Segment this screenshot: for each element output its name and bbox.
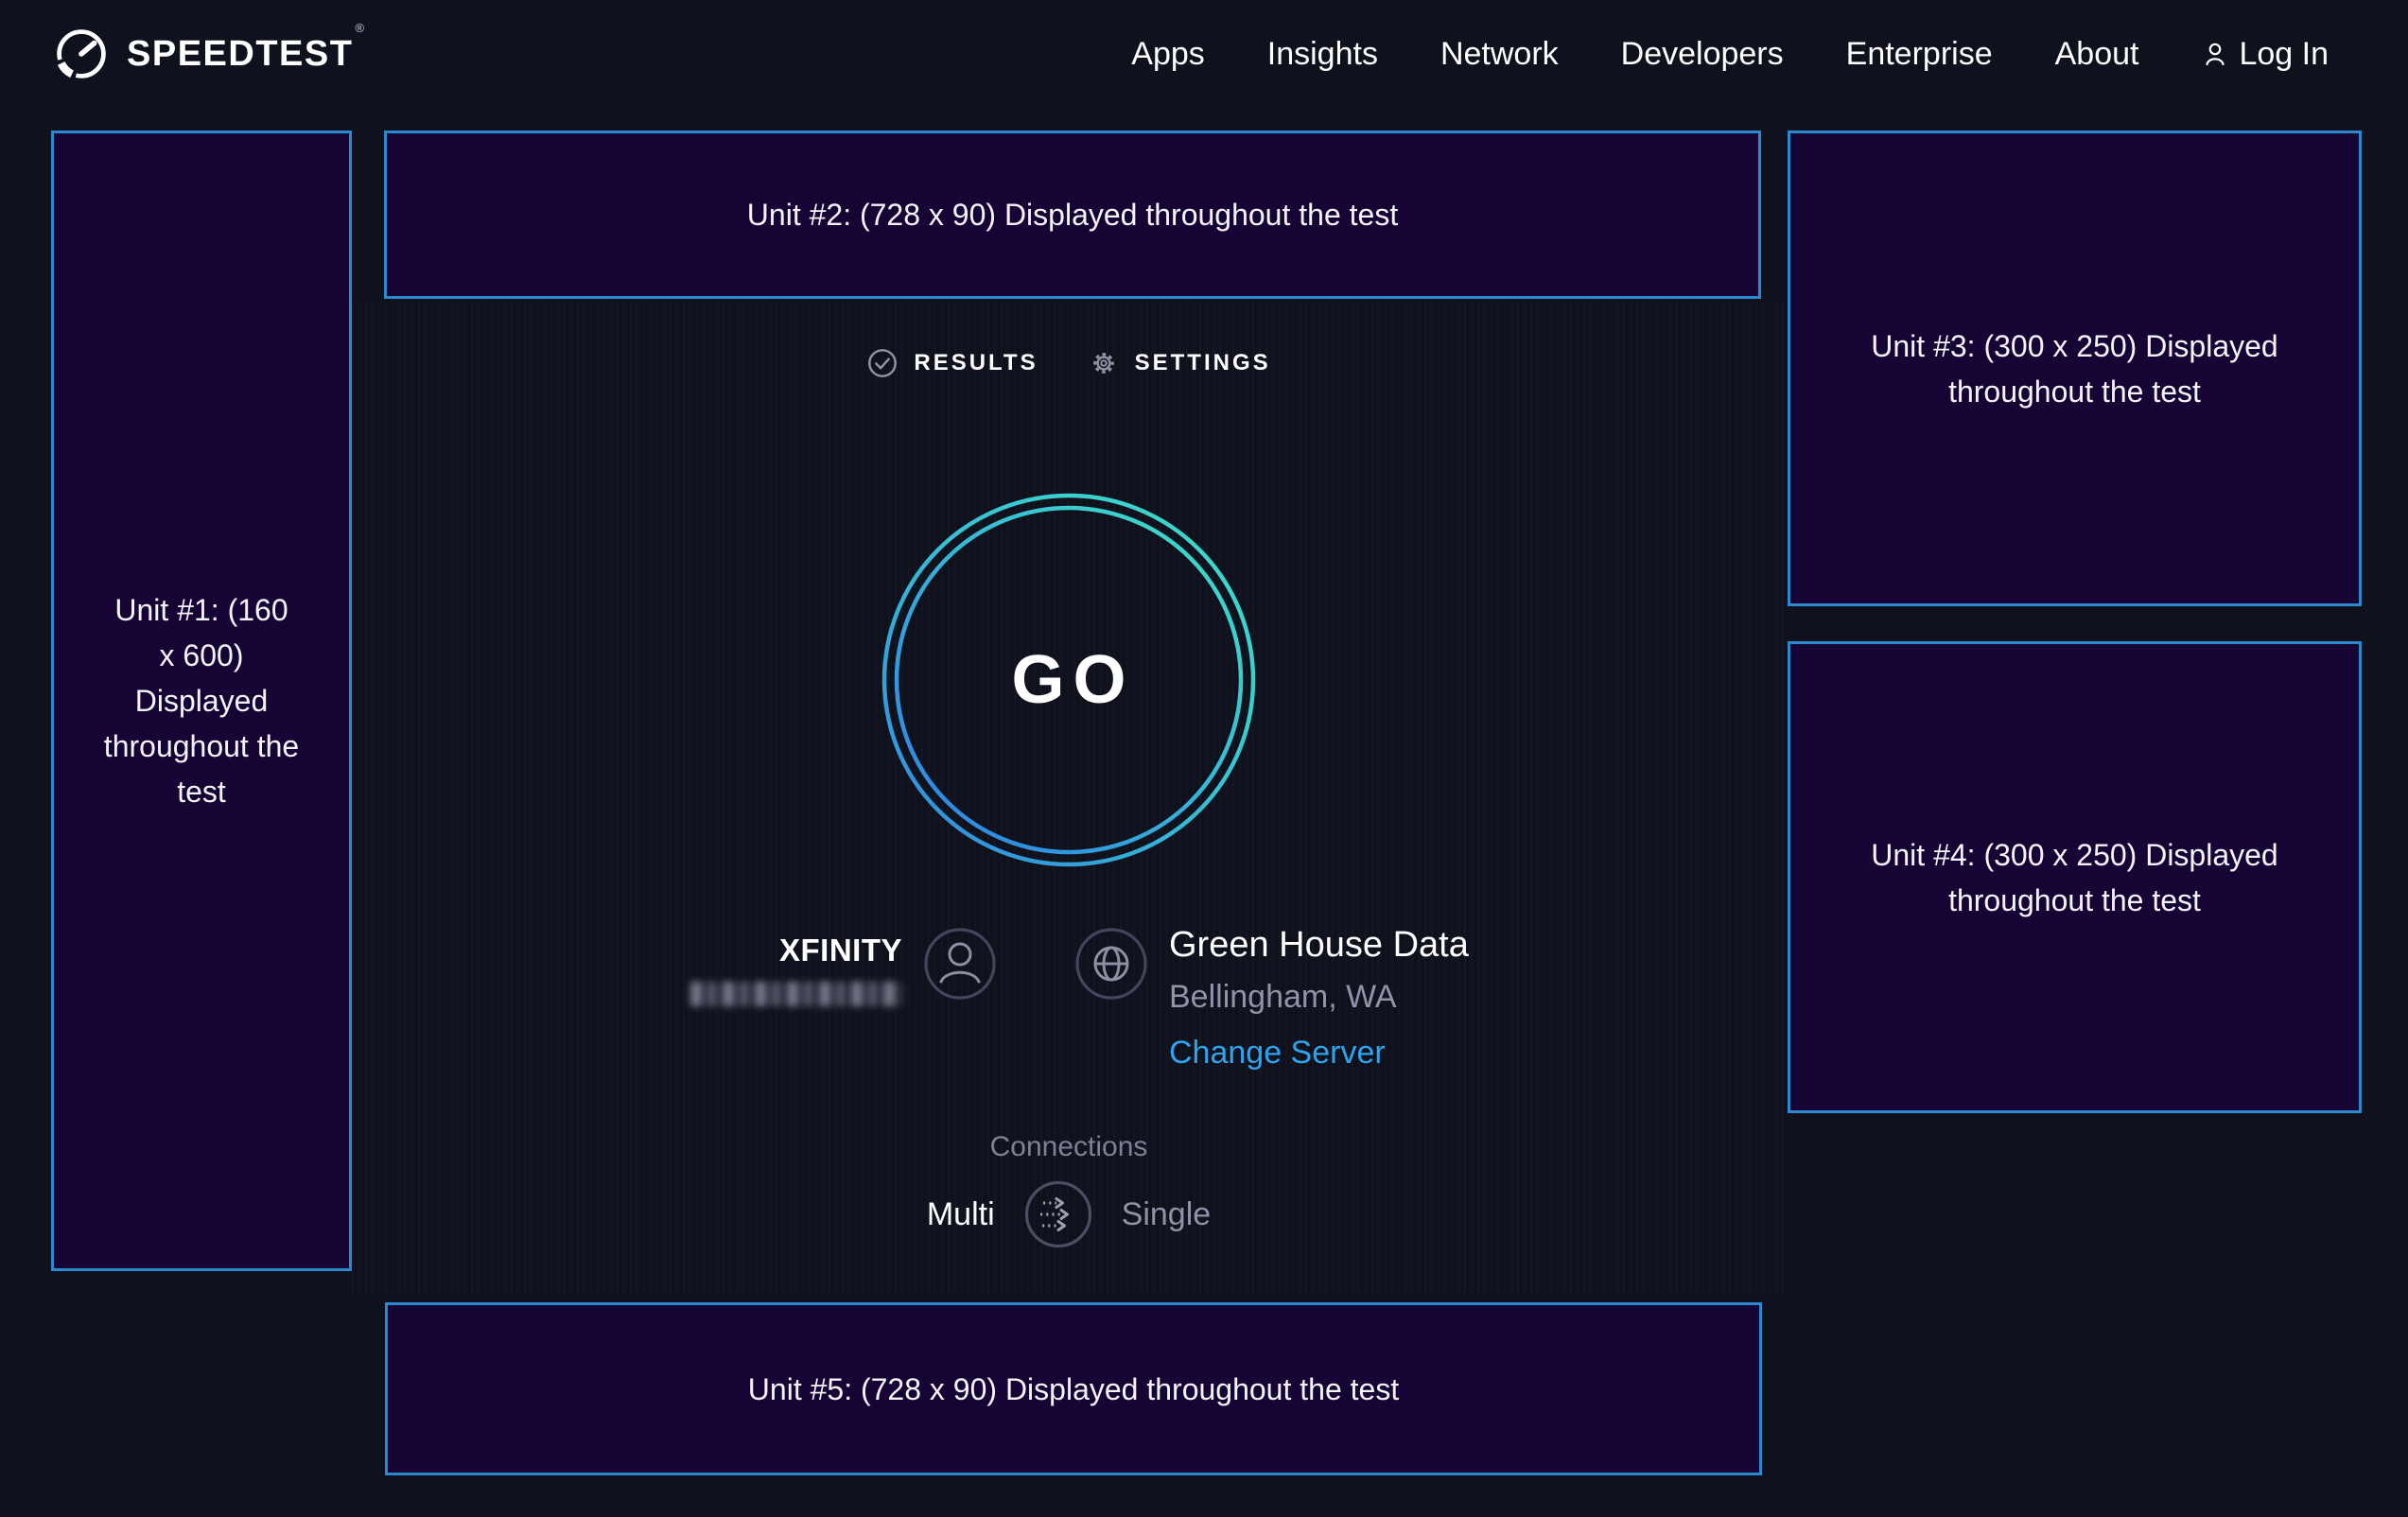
login-button[interactable]: Log In <box>2201 36 2329 73</box>
ad-unit-1-text: Unit #1: (160 x 600) Displayed throughou… <box>103 587 300 814</box>
nav-item-network[interactable]: Network <box>1440 36 1559 73</box>
gear-icon <box>1088 347 1120 379</box>
connections-label: Connections <box>350 1131 1788 1163</box>
speedometer-gauge-icon <box>53 26 110 82</box>
server-name: Green House Data <box>1169 925 1519 966</box>
tabs-row: RESULTS SETTINGS <box>350 340 1788 386</box>
server-globe-icon <box>1074 927 1148 1001</box>
ad-unit-3[interactable]: Unit #3: (300 x 250) Displayed throughou… <box>1788 131 2362 606</box>
login-label: Log In <box>2239 36 2329 73</box>
logo-wordmark: SPEEDTEST® <box>127 34 362 75</box>
ad-unit-5[interactable]: Unit #5: (728 x 90) Displayed throughout… <box>385 1302 1762 1475</box>
isp-user-icon <box>923 927 997 1001</box>
nav-item-developers[interactable]: Developers <box>1621 36 1784 73</box>
isp-info: XFINITY <box>619 919 902 1006</box>
speedtest-page: SPEEDTEST® Apps Insights Network Develop… <box>0 0 2408 1517</box>
nav-item-insights[interactable]: Insights <box>1267 36 1378 73</box>
ad-unit-5-text: Unit #5: (728 x 90) Displayed throughout… <box>748 1367 1399 1412</box>
ad-unit-4-text: Unit #4: (300 x 250) Displayed throughou… <box>1871 832 2278 923</box>
logo-text: SPEEDTEST <box>127 34 353 74</box>
tab-results[interactable]: RESULTS <box>866 347 1038 379</box>
redacted-ip-text <box>690 982 902 1006</box>
main-nav: Apps Insights Network Developers Enterpr… <box>1131 36 2329 73</box>
connections-single-label[interactable]: Single <box>1122 1196 1212 1233</box>
go-button[interactable]: GO <box>880 491 1258 869</box>
nav-item-about[interactable]: About <box>2055 36 2139 73</box>
isp-name: XFINITY <box>779 933 902 968</box>
user-icon <box>2201 40 2229 68</box>
speedtest-logo[interactable]: SPEEDTEST® <box>53 26 362 82</box>
tab-results-label: RESULTS <box>914 350 1038 376</box>
ad-unit-2[interactable]: Unit #2: (728 x 90) Displayed throughout… <box>384 131 1761 299</box>
server-location: Bellingham, WA <box>1169 979 1519 1016</box>
check-circle-icon <box>866 347 899 379</box>
nav-item-enterprise[interactable]: Enterprise <box>1846 36 1993 73</box>
change-server-link[interactable]: Change Server <box>1169 1035 1386 1072</box>
ad-unit-2-text: Unit #2: (728 x 90) Displayed throughout… <box>747 192 1398 237</box>
server-info: Green House Data Bellingham, WA Change S… <box>1169 919 1519 1072</box>
tab-settings[interactable]: SETTINGS <box>1088 347 1271 379</box>
nav-item-apps[interactable]: Apps <box>1131 36 1205 73</box>
ad-unit-3-text: Unit #3: (300 x 250) Displayed throughou… <box>1871 323 2278 414</box>
go-button-label: GO <box>880 491 1258 869</box>
ad-unit-1[interactable]: Unit #1: (160 x 600) Displayed throughou… <box>51 131 352 1271</box>
connection-meta-row: XFINITY Green House Data Bellingham, WA … <box>350 919 1788 1072</box>
connections-multi-label[interactable]: Multi <box>927 1196 995 1233</box>
ad-unit-4[interactable]: Unit #4: (300 x 250) Displayed throughou… <box>1788 641 2362 1113</box>
connections-row: Multi Single <box>350 1178 1788 1250</box>
header: SPEEDTEST® Apps Insights Network Develop… <box>0 0 2408 108</box>
connections-toggle-icon[interactable] <box>1023 1179 1093 1249</box>
trademark-symbol: ® <box>355 21 364 35</box>
tab-settings-label: SETTINGS <box>1135 350 1271 376</box>
